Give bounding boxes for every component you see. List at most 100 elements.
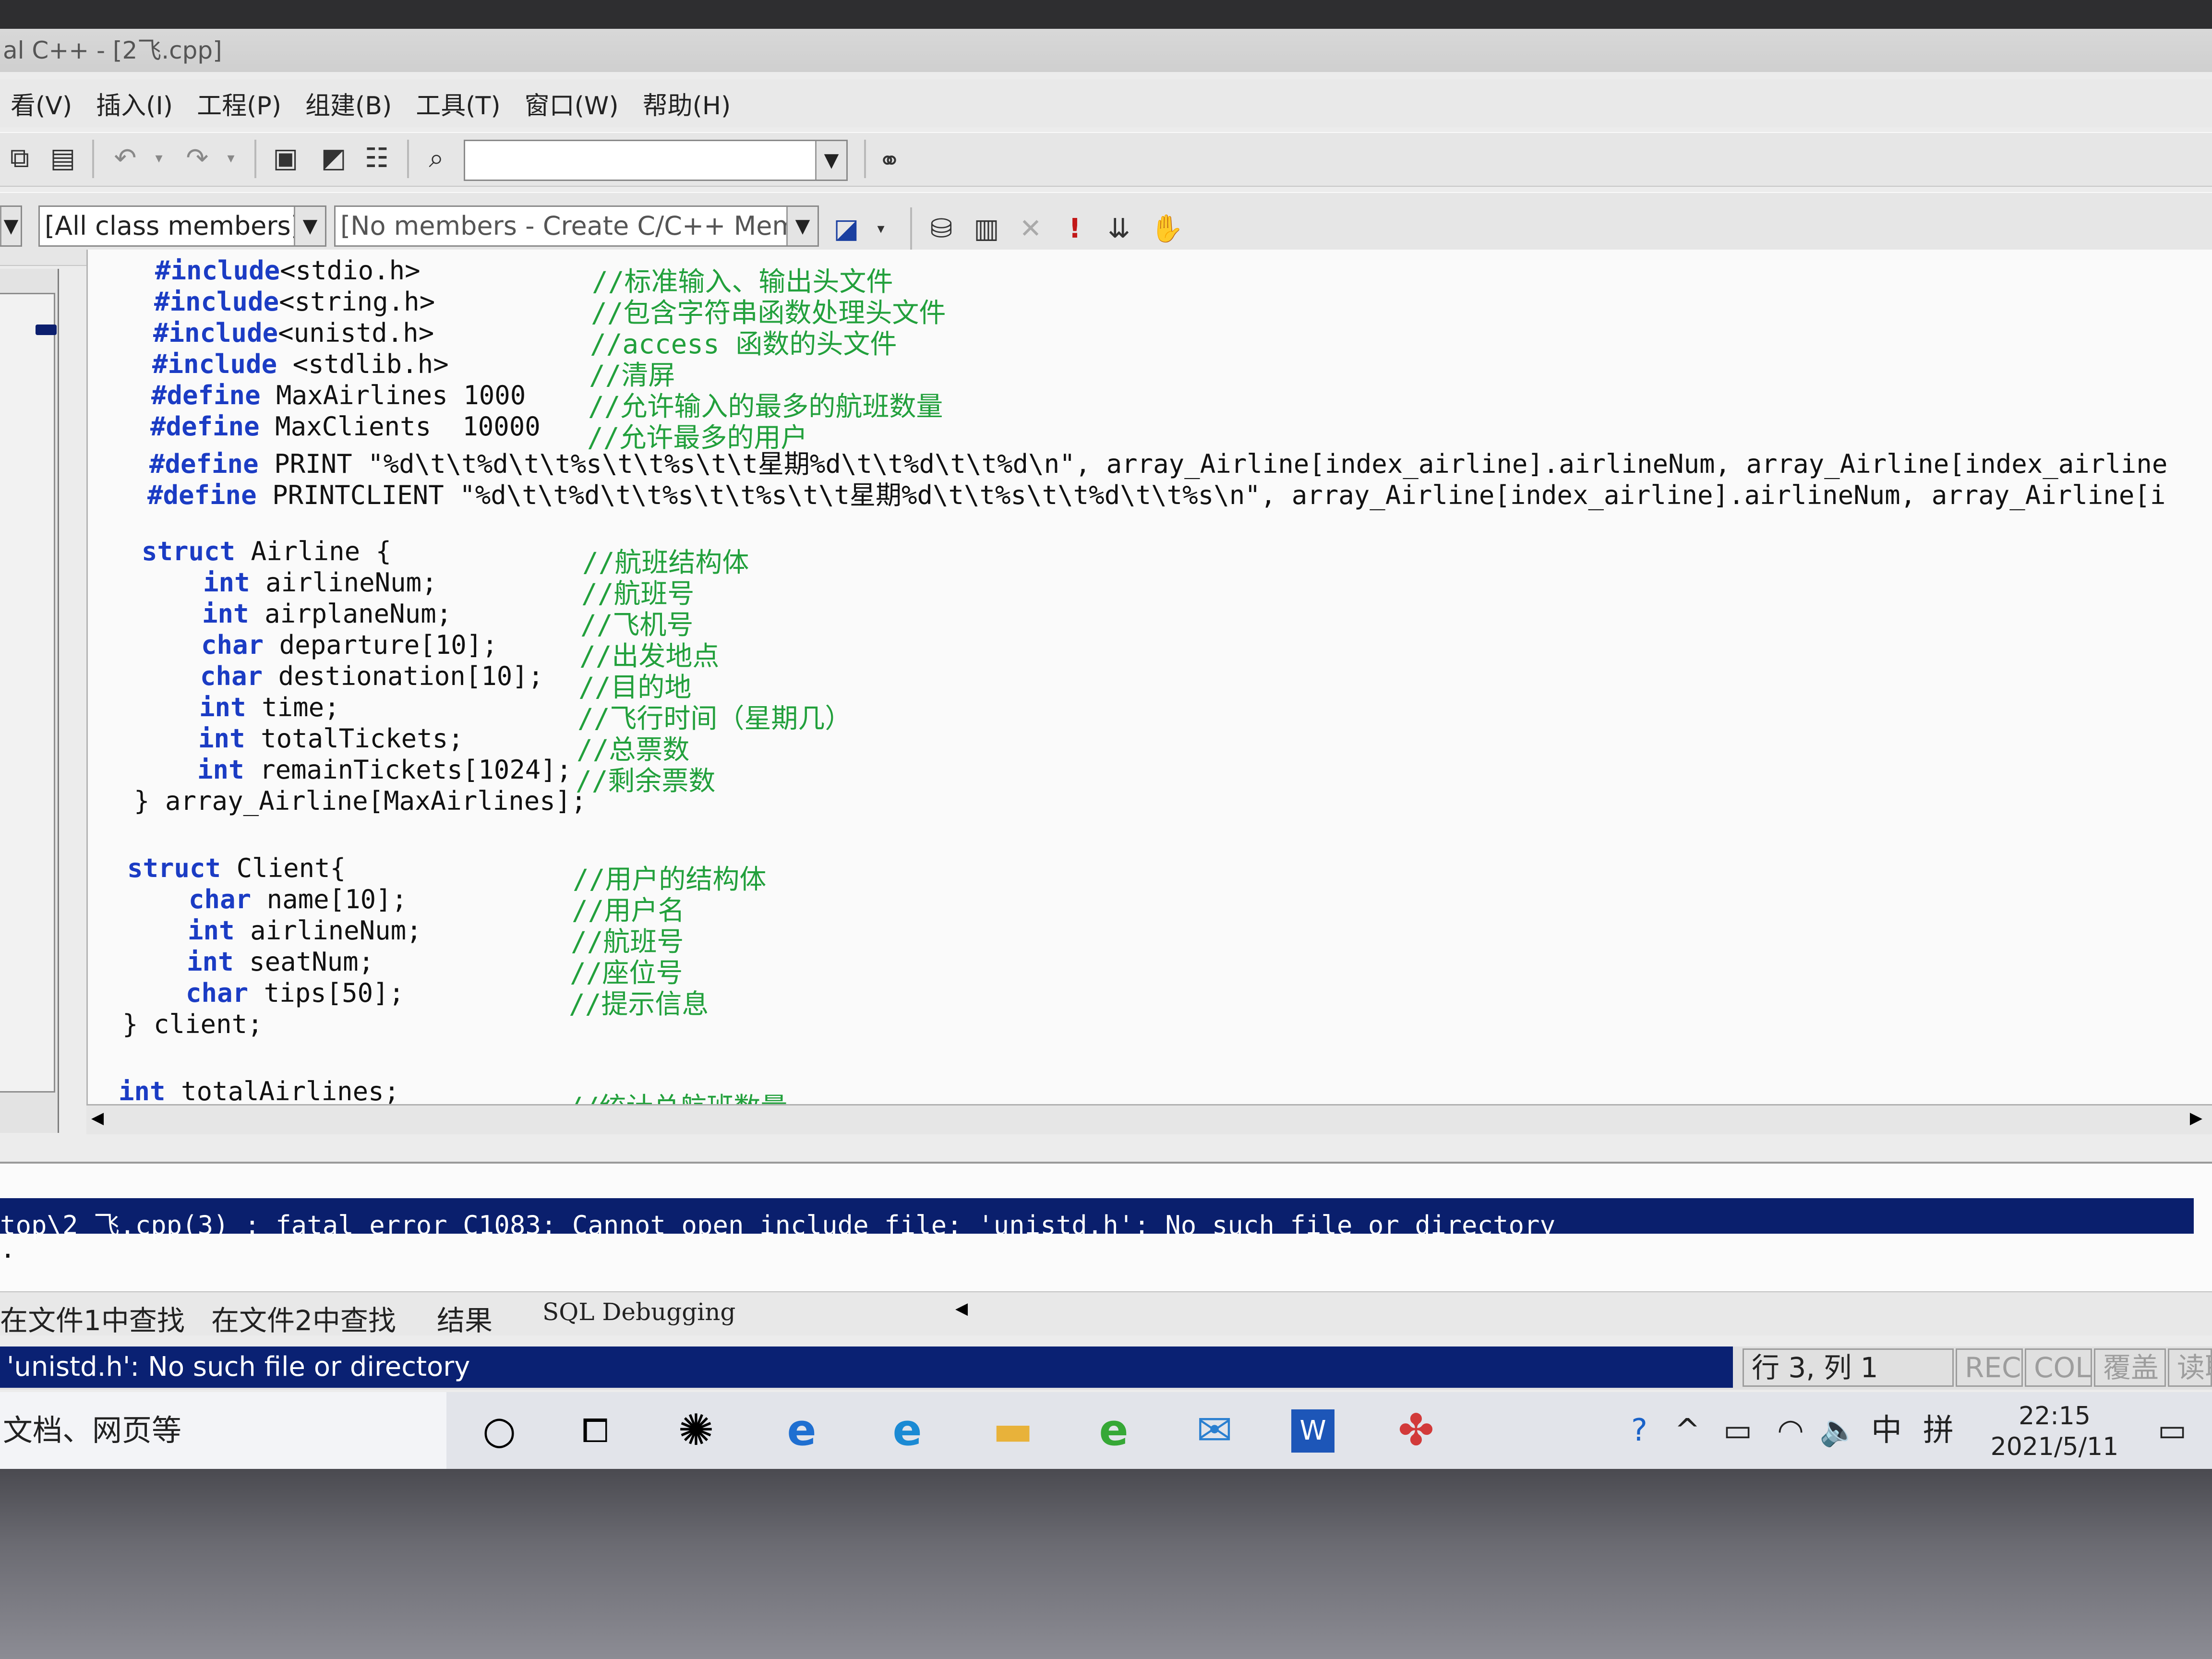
code-text: MaxClients 10000 [259,411,541,442]
code-keyword: #define [150,411,260,442]
stop-build-icon[interactable]: ✕ [1014,212,1047,246]
ime-language[interactable]: 中 [1867,1407,1906,1455]
code-keyword: char [138,661,263,691]
wizard-dropdown-icon[interactable]: ▾ [864,212,898,246]
execute-icon[interactable]: ! [1058,212,1092,246]
code-keyword: #include [154,287,279,317]
compile-icon[interactable]: ⛁ [925,212,958,246]
task-view-icon[interactable]: ⧠ [571,1407,619,1455]
taskbar-search[interactable]: 文档、网页等 [0,1392,446,1469]
clock[interactable]: 22:15 2021/5/11 [1978,1401,2131,1462]
ime-mode[interactable]: 拼 [1919,1407,1958,1455]
tab-find-in-files-1[interactable]: 在文件1中查找 [0,1298,185,1338]
redo-dropdown-icon[interactable]: ▾ [214,142,248,175]
go-icon[interactable]: ⇊ [1102,212,1136,246]
build-error-line[interactable]: top\2 飞.cpp(3) : fatal error C1083: Cann… [0,1204,1555,1242]
toolbar-separator [407,140,409,178]
class-members-value: [All class members] [45,211,301,241]
chevron-down-icon[interactable]: ▼ [815,141,846,180]
app-pinwheel-icon[interactable]: ✺ [672,1407,720,1455]
code-text: seatNum; [233,947,374,977]
scroll-right-icon[interactable]: ▶ [2190,1108,2202,1128]
menu-window[interactable]: 窗口(W) [514,85,632,121]
visual-cpp-icon[interactable]: ✤ [1392,1407,1440,1455]
code-text: totalAirlines; [165,1076,400,1106]
undo-icon[interactable]: ↶ [108,142,142,175]
menu-tools[interactable]: 工具(T) [405,85,514,121]
tab-scroll-left-icon[interactable]: ◀ [955,1299,968,1318]
code-line: struct Airline { [142,536,391,568]
code-text: tips[50]; [248,978,405,1008]
chevron-down-icon[interactable]: ▼ [0,207,21,245]
scope-combo[interactable]: ▼ [0,205,22,247]
redo-icon[interactable]: ↷ [180,142,214,175]
code-line: int totalTickets; [136,723,464,755]
tray-expand-icon[interactable]: ^ [1671,1407,1704,1455]
chevron-down-icon[interactable]: ▼ [786,207,817,245]
code-text: } client; [122,1009,263,1039]
find-combo[interactable]: ▼ [464,140,848,181]
code-keyword: #include [153,318,278,348]
class-members-combo[interactable]: [All class members] ▼ [38,205,326,247]
battery-icon[interactable]: ▭ [1719,1407,1757,1455]
toolbar-separator [254,140,256,178]
cortana-icon[interactable]: ○ [475,1407,523,1455]
code-line: char destionation[10]; [138,661,543,693]
volume-icon[interactable]: 🔈 [1819,1407,1858,1455]
menu-project[interactable]: 工程(P) [186,85,295,121]
undo-dropdown-icon[interactable]: ▾ [142,142,176,175]
internet-explorer-icon[interactable]: e [778,1407,826,1455]
workspace-panel[interactable] [0,269,59,1133]
workspace-icon[interactable]: ▣ [269,142,302,175]
code-keyword: char [123,978,249,1008]
editor-horizontal-scrollbar[interactable]: ◀ ▶ [86,1104,2212,1134]
find-in-files-icon[interactable]: ⌕ [420,142,453,175]
code-line: #define MaxClients 10000 [150,411,541,443]
help-icon[interactable]: ? [1618,1407,1661,1455]
toolbar-separator [92,140,94,178]
code-comment: //提示信息 [569,989,709,1020]
tab-results[interactable]: 结果 [437,1298,493,1338]
chevron-down-icon[interactable]: ▼ [294,207,325,245]
workspace-tree[interactable] [0,293,55,1093]
output-window-icon[interactable]: ◩ [317,142,350,175]
word-icon[interactable]: W [1291,1409,1334,1453]
code-line: #define PRINTCLIENT "%d\t\t%d\t\t%s\t\t%… [147,474,2165,510]
cursor-position: 行 3, 列 1 [1743,1348,1954,1387]
scroll-left-icon[interactable]: ◀ [91,1108,104,1128]
code-text: airplaneNum; [249,599,452,629]
build-icon[interactable]: ▥ [970,212,1003,246]
code-keyword: int [119,1076,166,1106]
mail-icon[interactable]: ✉ [1190,1407,1238,1455]
code-keyword: #include [155,255,280,286]
file-explorer-icon[interactable]: ▬ [989,1407,1037,1455]
breakpoint-hand-icon[interactable]: ✋ [1150,212,1184,246]
menu-view[interactable]: 看(V) [0,85,85,121]
code-line: struct Client{ [127,853,346,885]
find-binoculars-icon[interactable]: ⚭ [873,144,906,178]
class-wizard-icon[interactable]: ◪ [830,212,863,246]
wifi-icon[interactable]: ◠ [1771,1407,1810,1455]
members-combo[interactable]: [No members - Create C/C++ Memb ▼ [334,205,819,247]
notification-icon[interactable]: ▭ [2151,1407,2194,1455]
tab-find-in-files-2[interactable]: 在文件2中查找 [211,1298,396,1338]
code-text: PRINTCLIENT "%d\t\t%d\t\t%s\t\t%s\t\t星期%… [256,480,2166,510]
edge-browser-icon[interactable]: e [883,1407,931,1455]
tab-sql-debugging[interactable]: SQL Debugging [542,1298,735,1326]
read-indicator: 读取 [2168,1348,2212,1387]
window-title: al C++ - [2飞.cpp] [0,29,2212,72]
standard-toolbar: ⧉ ▤ ↶ ▾ ↷ ▾ ▣ ◩ ☷ ⌕ ▼ ⚭ [0,132,2212,187]
paste-icon[interactable]: ▤ [46,142,80,175]
browser-360-icon[interactable]: e [1090,1407,1138,1455]
window-list-icon[interactable]: ☷ [360,142,394,175]
code-text: name[10]; [251,884,408,914]
copy-icon[interactable]: ⧉ [3,142,36,175]
code-keyword: int [136,723,245,754]
menu-help[interactable]: 帮助(H) [632,85,745,121]
status-bar: 'unistd.h': No such file or directory 行 … [0,1346,2212,1390]
menu-build[interactable]: 组建(B) [295,85,405,121]
output-pane[interactable]: top\2 飞.cpp(3) : fatal error C1083: Cann… [0,1162,2212,1308]
menu-insert[interactable]: 插入(I) [85,85,186,121]
code-text: totalTickets; [245,723,464,754]
code-editor[interactable]: #include<stdio.h> #include<string.h> #in… [86,250,2212,1133]
